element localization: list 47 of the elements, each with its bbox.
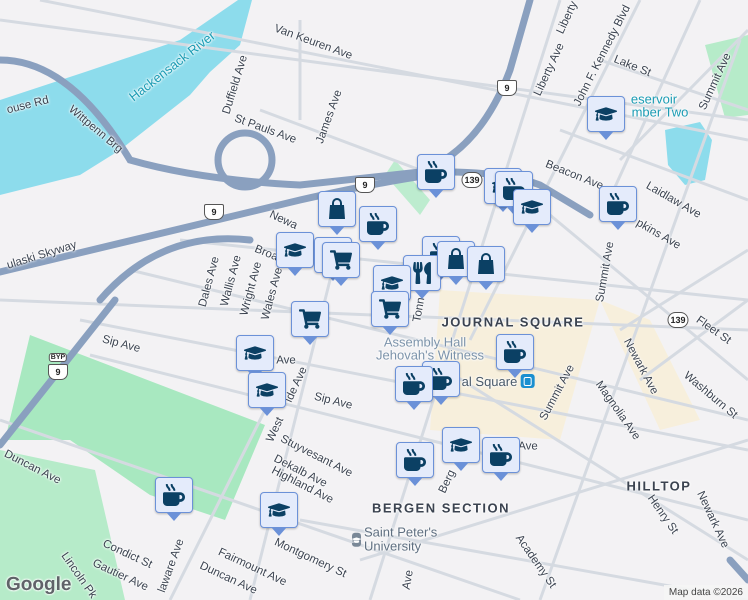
street-label: Ave	[276, 355, 296, 367]
coffee-cup-icon	[425, 161, 447, 183]
fork-knife-icon	[411, 262, 433, 284]
district-label: BERGEN SECTION	[372, 502, 510, 514]
street-label: ouse Rd	[6, 95, 50, 117]
street-label: Berg	[438, 468, 458, 496]
street-label: Sip Ave	[312, 392, 354, 412]
coffee-cup-icon	[504, 341, 526, 363]
station-label: al Square	[462, 374, 534, 388]
map-attribution: Map data ©2026	[664, 585, 748, 600]
street-label: laware Ave	[157, 538, 187, 594]
water-label: eservoir	[630, 92, 678, 106]
coffee-cup-icon	[404, 449, 426, 471]
shopping-bag-icon	[447, 248, 465, 270]
street-label: Summit Ave	[595, 240, 617, 304]
coffee-cup-icon	[403, 373, 425, 395]
street-label: Duffield Ave	[222, 54, 250, 116]
university-label: Saint Peter's University	[352, 526, 444, 554]
street-label: Ave	[402, 569, 416, 591]
street-label: James Ave	[315, 88, 345, 146]
street-label: Newa	[267, 210, 299, 232]
coffee-cup-icon	[367, 213, 389, 235]
shopping-bag-icon	[328, 198, 346, 220]
route-shield: 9	[204, 204, 224, 220]
place-label: Jehovah's Witness	[376, 348, 484, 362]
street-label: Wales Ave	[260, 266, 286, 322]
route-shield: 9	[355, 177, 375, 193]
street-label: St Pauls Ave	[232, 113, 298, 147]
shopping-cart-icon	[379, 298, 401, 320]
water-label: mber Two	[632, 106, 688, 118]
street-label: ide Ave	[284, 366, 310, 404]
route-shield: 9	[497, 80, 517, 96]
shopping-cart-icon	[330, 249, 352, 271]
street-label: Sip Ave	[100, 334, 142, 356]
coffee-cup-icon	[607, 193, 629, 215]
place-label: Assembly Hall	[384, 336, 466, 348]
district-label: JOURNAL SQUARE	[442, 316, 584, 328]
bus-stop-icon	[520, 374, 534, 388]
graduation-cap-icon	[352, 533, 361, 547]
shopping-bag-icon	[477, 253, 495, 275]
street-label: ulaski Skyway	[6, 240, 78, 272]
street-label: Tonn	[412, 296, 428, 324]
shopping-cart-icon	[299, 308, 321, 330]
coffee-cup-icon	[490, 444, 512, 466]
street-label: pkins Ave	[634, 218, 682, 252]
district-label: HILLTOP	[626, 480, 692, 492]
coffee-cup-icon	[163, 484, 185, 506]
